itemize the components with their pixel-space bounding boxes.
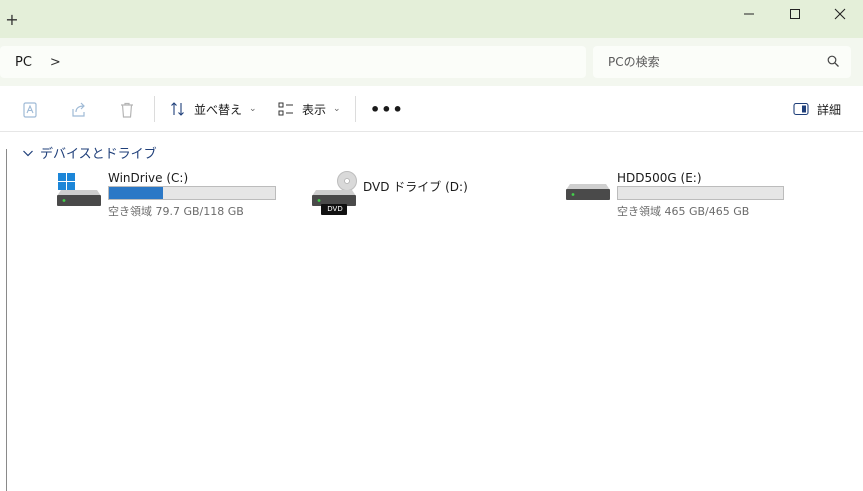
drive-name: WinDrive (C:) — [108, 171, 189, 185]
minimize-icon — [744, 13, 754, 15]
minimize-button[interactable] — [726, 0, 772, 28]
breadcrumb-pc[interactable]: PC — [15, 55, 32, 70]
group-header-devices[interactable]: デバイスとドライブ — [22, 143, 157, 162]
drive-name: HDD500G (E:) — [617, 171, 702, 185]
file-list-area[interactable]: デバイスとドライブ WinDrive (C:) 空き領域 79.7 GB/118… — [0, 133, 863, 491]
details-label: 詳細 — [817, 102, 842, 117]
sort-icon — [171, 102, 184, 116]
group-title: デバイスとドライブ — [40, 147, 157, 162]
more-options-button[interactable]: ••• — [370, 100, 404, 119]
toolbar-divider — [355, 96, 356, 122]
drive-item-e[interactable]: HDD500G (E:) 空き領域 465 GB/465 GB — [566, 171, 796, 221]
drive-usage-bar — [617, 186, 784, 200]
hard-drive-icon — [566, 184, 610, 200]
details-button[interactable]: 詳細 — [793, 86, 841, 132]
sort-button[interactable]: 並べ替え ⌄ — [170, 86, 257, 132]
rename-icon[interactable] — [22, 101, 40, 119]
close-button[interactable] — [817, 0, 863, 28]
share-icon[interactable] — [70, 101, 88, 119]
drive-space: 空き領域 465 GB/465 GB — [617, 205, 750, 218]
drive-space: 空き領域 79.7 GB/118 GB — [108, 205, 244, 218]
address-bar[interactable]: PC > — [0, 46, 586, 78]
address-row: PC > — [0, 38, 863, 86]
delete-icon[interactable] — [118, 101, 136, 119]
command-bar: 並べ替え ⌄ 表示 ⌄ ••• 詳細 — [0, 86, 863, 132]
drive-item-c[interactable]: WinDrive (C:) 空き領域 79.7 GB/118 GB — [57, 171, 287, 221]
view-chevron-down-icon: ⌄ — [333, 104, 341, 114]
search-icon[interactable] — [827, 55, 840, 68]
new-tab-button[interactable]: + — [4, 12, 20, 28]
drive-item-d[interactable]: DVD DVD ドライブ (D:) — [312, 171, 472, 221]
toolbar-divider — [154, 96, 155, 122]
view-button[interactable]: 表示 ⌄ — [278, 86, 341, 132]
drive-usage-fill — [109, 187, 163, 199]
details-pane-icon — [793, 102, 809, 116]
search-input[interactable] — [608, 55, 818, 69]
maximize-button[interactable] — [772, 0, 818, 28]
maximize-icon — [790, 9, 800, 19]
navigation-pane-edge — [6, 149, 7, 491]
sort-chevron-down-icon: ⌄ — [249, 104, 257, 114]
view-label: 表示 — [302, 102, 327, 117]
windows-drive-icon — [57, 173, 101, 206]
view-icon — [278, 102, 293, 116]
drive-usage-bar — [108, 186, 276, 200]
breadcrumb-chevron-icon[interactable]: > — [50, 55, 61, 70]
sort-label: 並べ替え — [194, 102, 243, 117]
title-bar: + — [0, 0, 863, 38]
close-icon — [834, 8, 846, 20]
search-box — [593, 46, 851, 78]
dvd-badge: DVD — [327, 205, 343, 213]
chevron-down-icon — [23, 150, 33, 156]
drive-name: DVD ドライブ (D:) — [363, 180, 468, 194]
